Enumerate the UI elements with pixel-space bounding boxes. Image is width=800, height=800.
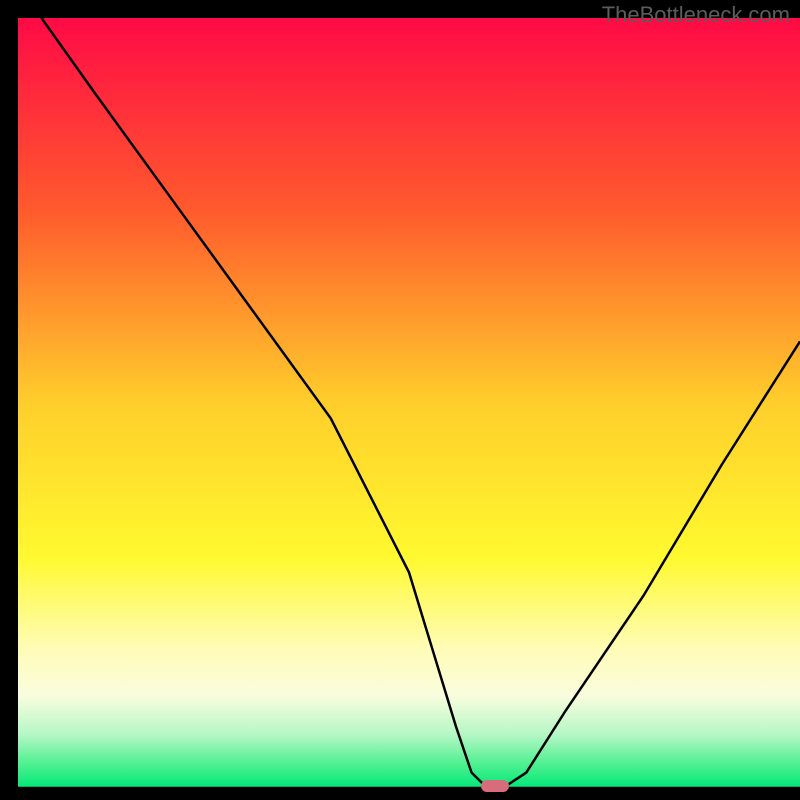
chart-gradient-background bbox=[18, 18, 800, 788]
bottleneck-chart-svg bbox=[0, 0, 800, 800]
optimal-marker bbox=[481, 780, 509, 792]
watermark-text: TheBottleneck.com bbox=[602, 2, 790, 28]
chart-container: TheBottleneck.com bbox=[0, 0, 800, 800]
